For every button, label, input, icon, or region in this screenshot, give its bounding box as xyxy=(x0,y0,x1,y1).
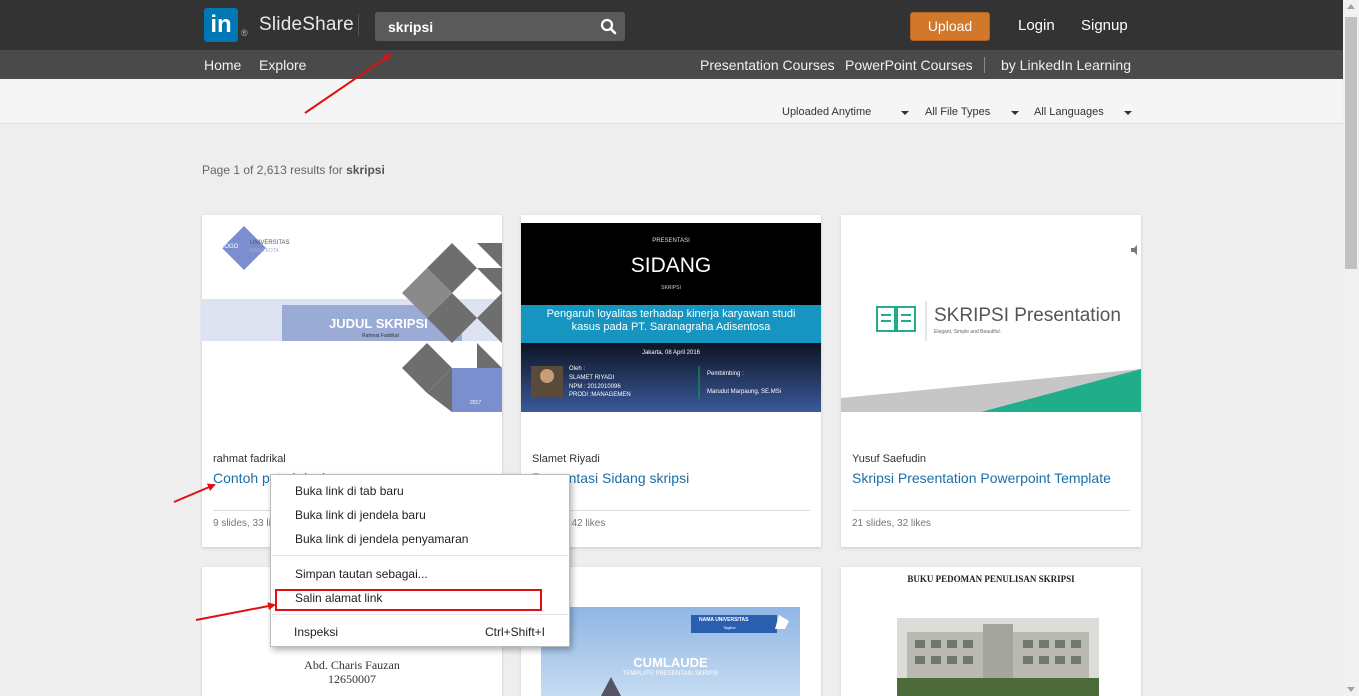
highlight-box xyxy=(275,589,542,611)
nav-explore[interactable]: Explore xyxy=(259,57,306,73)
top-bar: in ® SlideShare Upload Login Signup xyxy=(0,0,1343,50)
card-author[interactable]: rahmat fadrikal xyxy=(213,453,286,465)
brand-name[interactable]: SlideShare xyxy=(259,14,354,36)
menu-open-new-tab[interactable]: Buka link di tab baru xyxy=(295,484,404,498)
card-author[interactable]: Yusuf Saefudin xyxy=(852,453,926,465)
upload-button[interactable]: Upload xyxy=(910,12,990,41)
thumb-heading: JUDUL SKRIPSI xyxy=(329,316,428,331)
thumb-univ: UNIVERSITAS xyxy=(250,240,290,246)
filter-languages[interactable]: All Languages xyxy=(1034,106,1104,118)
login-link[interactable]: Login xyxy=(1018,17,1055,34)
nav-home[interactable]: Home xyxy=(204,57,241,73)
thumb-name: Abd. Charis Fauzan xyxy=(304,658,400,672)
slide-thumbnail[interactable]: SKRIPSI Presentation Elegant, Simple and… xyxy=(841,223,1141,412)
thumb-logo: LOGO xyxy=(221,244,239,250)
thumb-univ-sub: Tagline xyxy=(723,625,736,630)
signup-link[interactable]: Signup xyxy=(1081,17,1128,34)
search-box xyxy=(375,12,625,41)
thumb-heading: SIDANG xyxy=(630,254,712,277)
thumb-univ-sub: NAMA KOTA xyxy=(250,248,279,254)
thumb-sub: TEMPLATE PRESENTASI SKRIPSI xyxy=(622,671,719,677)
results-summary: Page 1 of 2,613 results for skripsi xyxy=(202,163,385,177)
thumbnail-graphic xyxy=(541,607,800,696)
card-divider xyxy=(852,510,1130,511)
slide-thumbnail[interactable]: PRESENTASI SIDANG SKRIPSI Pengaruh loyal… xyxy=(521,223,821,412)
card-meta: 21 slides, 32 likes xyxy=(852,518,931,529)
scroll-thumb[interactable] xyxy=(1345,17,1357,269)
nav-bar: Home Explore Presentation Courses PowerP… xyxy=(0,50,1343,79)
thumb-heading: CUMLAUDE xyxy=(633,655,708,670)
chevron-down-icon[interactable] xyxy=(901,111,909,115)
thumb-id: 12650007 xyxy=(328,672,376,686)
nav-powerpoint-courses[interactable]: PowerPoint Courses xyxy=(845,57,973,73)
thumb-band: Pengaruh loyalitas terhadap kinerja kary… xyxy=(546,308,796,333)
thumb-heading: SKRIPSI Presentation xyxy=(934,305,1121,326)
thumb-heading: BUKU PEDOMAN PENULISAN SKRIPSI xyxy=(907,574,1075,584)
result-card[interactable]: SKRIPSI Presentation Elegant, Simple and… xyxy=(841,215,1141,547)
results-query: skripsi xyxy=(346,163,385,177)
menu-separator xyxy=(272,614,568,615)
thumb-pembimbing-name: Marudut Marpaung, SE.MSi xyxy=(707,389,782,395)
registered-mark: ® xyxy=(241,28,248,38)
search-input[interactable] xyxy=(375,12,595,41)
result-card[interactable]: BUKU PEDOMAN PENULISAN SKRIPSI xyxy=(841,567,1141,696)
thumb-sub: Rahmat Fadrikal xyxy=(362,333,399,339)
thumb-univ: NAMA UNIVERSITAS xyxy=(699,617,749,623)
menu-open-new-window[interactable]: Buka link di jendela baru xyxy=(295,508,426,522)
menu-open-incognito[interactable]: Buka link di jendela penyamaran xyxy=(295,532,468,546)
logo-divider xyxy=(358,14,359,36)
results-prefix: Page 1 of 2,613 results for xyxy=(202,163,347,177)
scroll-up-arrow-icon[interactable] xyxy=(1347,4,1355,9)
filter-bar: Uploaded Anytime All File Types All Lang… xyxy=(0,79,1343,124)
thumb-pembimbing: Pembimbing : xyxy=(707,371,744,377)
filter-file-types[interactable]: All File Types xyxy=(925,106,990,118)
card-author[interactable]: Slamet Riyadi xyxy=(532,453,600,465)
thumb-prodi: PRODI :MANAGEMEN xyxy=(569,392,631,398)
nav-divider xyxy=(984,57,985,73)
thumb-year: 2017 xyxy=(470,400,482,406)
menu-inspect-shortcut: Ctrl+Shift+I xyxy=(484,625,545,639)
thumb-npm: NPM : 2012010096 xyxy=(569,384,621,390)
thumb-date: Jakarta, 08 April 2016 xyxy=(641,350,701,356)
context-menu: Buka link di tab baru Buka link di jende… xyxy=(270,474,570,647)
filter-uploaded[interactable]: Uploaded Anytime xyxy=(782,106,871,118)
thumb-sub: SKRIPSI xyxy=(661,285,681,291)
thumb-top: PRESENTASI xyxy=(652,238,690,244)
card-divider xyxy=(532,510,810,511)
menu-inspect[interactable]: Inspeksi xyxy=(294,625,338,639)
card-title[interactable]: Skripsi Presentation Powerpoint Template xyxy=(852,470,1111,486)
menu-save-link[interactable]: Simpan tautan sebagai... xyxy=(295,567,428,581)
scroll-down-arrow-icon[interactable] xyxy=(1347,687,1355,692)
menu-separator xyxy=(272,555,568,556)
nav-linkedin-learning[interactable]: by LinkedIn Learning xyxy=(1001,57,1131,73)
nav-presentation-courses[interactable]: Presentation Courses xyxy=(700,57,835,73)
thumb-sub: Elegant, Simple and Beautiful. xyxy=(934,329,1001,335)
slide-thumbnail[interactable]: NAMA UNIVERSITAS Tagline CUMLAUDE TEMPLA… xyxy=(541,607,800,696)
search-icon[interactable] xyxy=(600,18,617,35)
chevron-down-icon[interactable] xyxy=(1124,111,1132,115)
building-photo xyxy=(897,618,1099,696)
vertical-scrollbar[interactable] xyxy=(1343,0,1359,696)
linkedin-logo-icon[interactable]: in xyxy=(204,8,238,42)
thumb-oleh: Oleh : xyxy=(569,366,586,372)
thumb-name: SLAMET RIYADI xyxy=(569,375,615,381)
slide-thumbnail[interactable]: LOGO UNIVERSITAS NAMA KOTA JUDUL SKRIPSI… xyxy=(202,223,502,412)
chevron-down-icon[interactable] xyxy=(1011,111,1019,115)
